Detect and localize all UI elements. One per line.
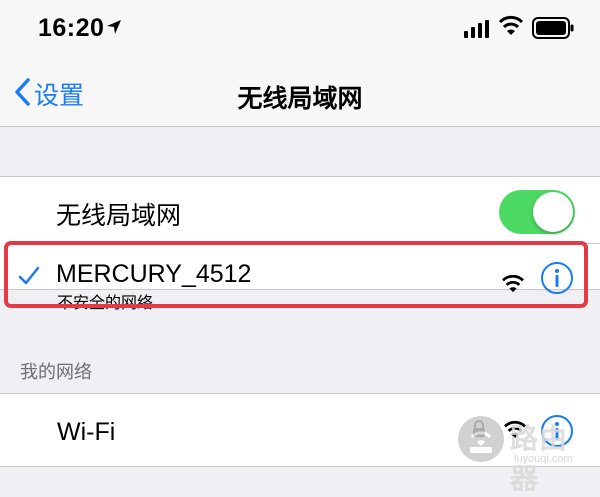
watermark: 路由器 luyouqi.com	[458, 412, 588, 494]
wlan-toggle-switch[interactable]	[499, 190, 575, 234]
page-title: 无线局域网	[237, 85, 363, 113]
status-time: 16:20	[38, 14, 105, 42]
toggle-knob	[533, 192, 573, 232]
location-arrow-icon	[106, 19, 122, 40]
network-name: Wi-Fi	[57, 418, 116, 446]
battery-icon	[532, 17, 574, 44]
highlight-box	[4, 241, 588, 308]
cellular-signal-icon	[464, 20, 490, 43]
wifi-icon	[498, 15, 524, 42]
wlan-toggle-row: 无线局域网	[0, 177, 600, 243]
section-header-my-networks: 我的网络	[20, 362, 92, 382]
wlan-toggle-label: 无线局域网	[56, 202, 182, 230]
navigation-bar: 设置 无线局域网	[0, 62, 600, 127]
router-logo-icon	[458, 416, 504, 462]
status-bar: 16:20	[0, 0, 600, 62]
watermark-url: luyouqi.com	[514, 453, 573, 465]
